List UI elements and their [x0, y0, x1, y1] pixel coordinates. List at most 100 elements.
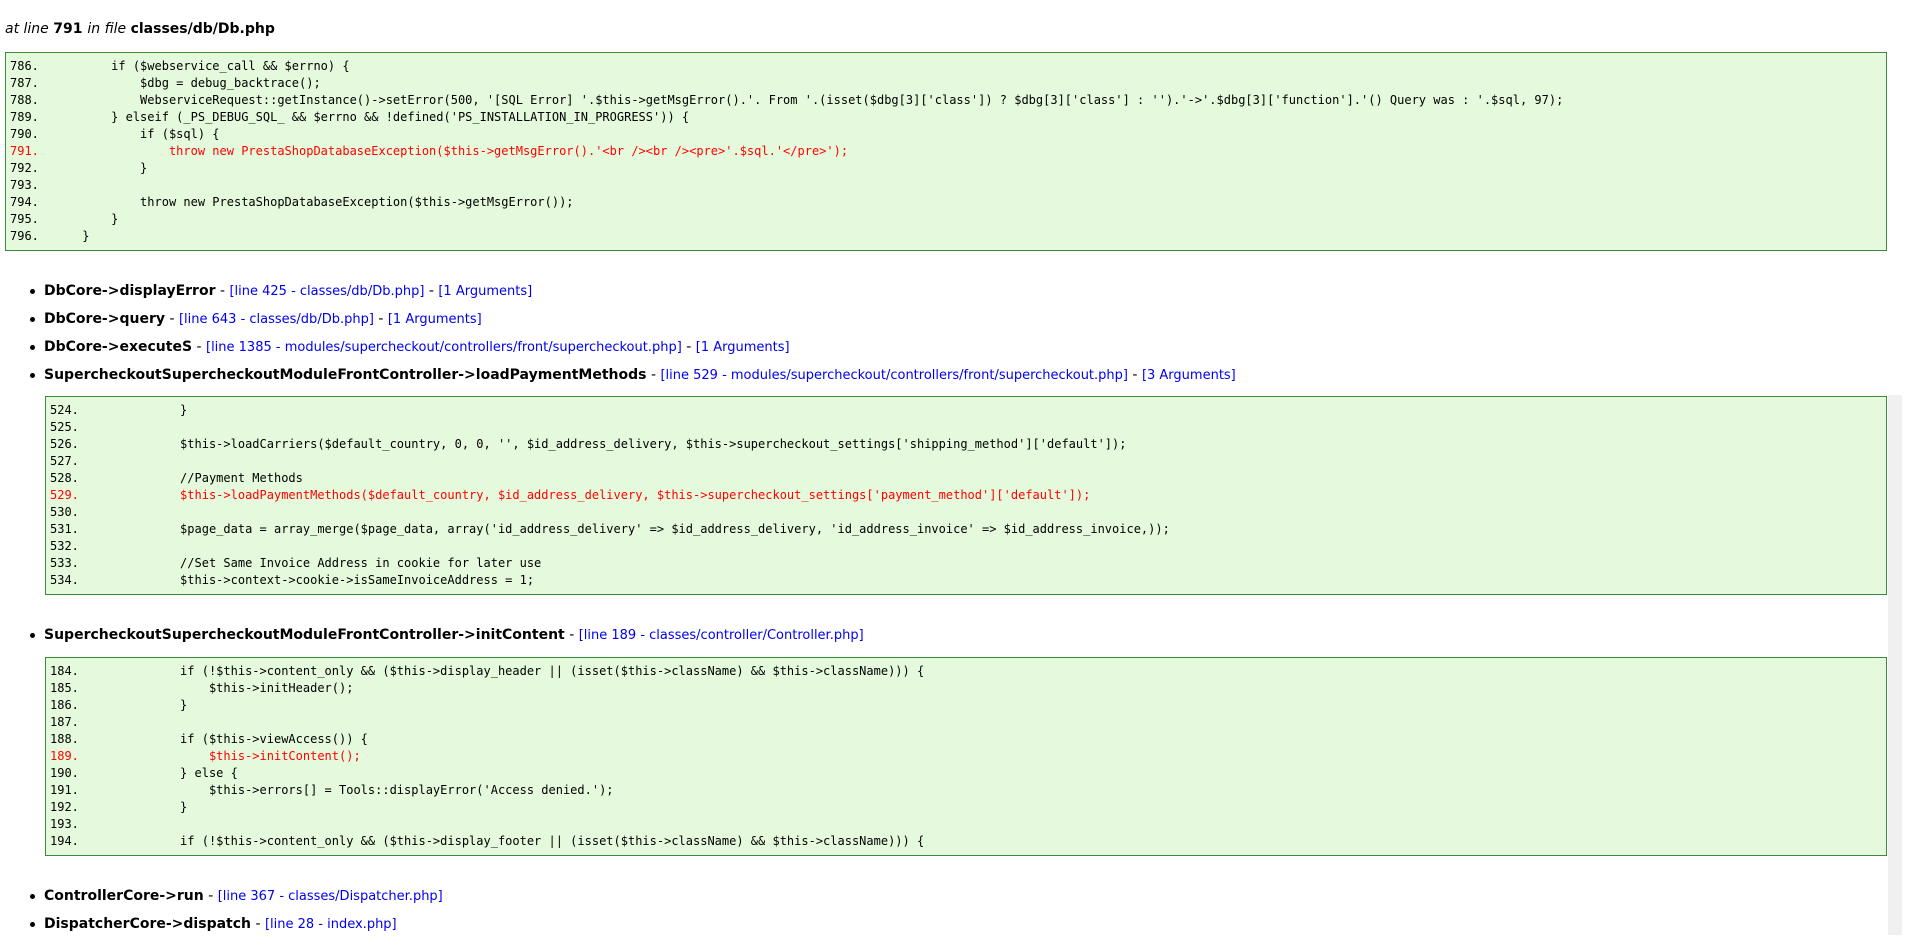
- vertical-scrollbar[interactable]: [1888, 395, 1902, 935]
- arguments-link[interactable]: [1 Arguments]: [438, 284, 532, 299]
- function-name: SupercheckoutSupercheckoutModuleFrontCon…: [44, 367, 647, 383]
- line-number: 528.: [50, 471, 94, 485]
- code-line: 530.: [46, 504, 1886, 521]
- code-line: 524. }: [46, 402, 1886, 419]
- line-number: 192.: [50, 800, 94, 814]
- line-number: 789.: [10, 110, 54, 124]
- code-text: if ($this->viewAccess()) {: [93, 732, 368, 746]
- line-number: 790.: [10, 127, 54, 141]
- code-text: $this->initHeader();: [93, 681, 354, 695]
- code-line: 184. if (!$this->content_only && ($this-…: [46, 663, 1886, 680]
- code-line: 792. }: [6, 160, 1886, 177]
- line-number: 792.: [10, 161, 54, 175]
- code-text: } else {: [93, 766, 238, 780]
- code-line: 793.: [6, 177, 1886, 194]
- code-text: if ($sql) {: [53, 127, 220, 141]
- code-text: $dbg = debug_backtrace();: [53, 76, 321, 90]
- code-text: if ($webservice_call && $errno) {: [53, 59, 350, 73]
- code-text: $this->context->cookie->isSameInvoiceAdd…: [93, 573, 535, 587]
- line-number: 529.: [50, 488, 94, 502]
- stack-trace-item: DispatcherCore->dispatch - [line 28 - in…: [30, 915, 443, 943]
- code-line: 188. if ($this->viewAccess()) {: [46, 731, 1886, 748]
- file-line-link[interactable]: [line 643 - classes/db/Db.php]: [179, 312, 374, 327]
- code-line: 191. $this->errors[] = Tools::displayErr…: [46, 782, 1886, 799]
- code-line: 528. //Payment Methods: [46, 470, 1886, 487]
- code-line: 794. throw new PrestaShopDatabaseExcepti…: [6, 194, 1886, 211]
- line-number: 194.: [50, 834, 94, 848]
- line-number: 530.: [50, 505, 94, 519]
- function-name: SupercheckoutSupercheckoutModuleFrontCon…: [44, 627, 565, 643]
- code-line: 795. }: [6, 211, 1886, 228]
- code-line: 186. }: [46, 697, 1886, 714]
- line-number: 186.: [50, 698, 94, 712]
- code-line: 532.: [46, 538, 1886, 555]
- code-line: 192. }: [46, 799, 1886, 816]
- code-text: }: [53, 229, 90, 243]
- arguments-link[interactable]: [1 Arguments]: [388, 312, 482, 327]
- code-text: }: [53, 161, 148, 175]
- code-text: }: [93, 800, 188, 814]
- file-line-link[interactable]: [line 367 - classes/Dispatcher.php]: [218, 889, 443, 904]
- code-text: if (!$this->content_only && ($this->disp…: [93, 834, 925, 848]
- code-text: throw new PrestaShopDatabaseException($t…: [53, 195, 574, 209]
- arguments-link[interactable]: [1 Arguments]: [696, 340, 790, 355]
- code-snippet-main: 786. if ($webservice_call && $errno) {78…: [5, 52, 1887, 251]
- file-line-link[interactable]: [line 28 - index.php]: [265, 917, 397, 932]
- stack-trace-item: DbCore->executeS - [line 1385 - modules/…: [30, 338, 1236, 366]
- code-snippet-loadpaymentmethods: 524. } 525. 526. $this->loadCarriers($def…: [45, 396, 1887, 595]
- code-snippet-initcontent: 184. if (!$this->content_only && ($this-…: [45, 657, 1887, 856]
- code-text: if (!$this->content_only && ($this->disp…: [93, 664, 925, 678]
- code-text: $this->initContent();: [93, 749, 361, 763]
- file-line-link[interactable]: [line 425 - classes/db/Db.php]: [229, 284, 424, 299]
- code-line: 525.: [46, 419, 1886, 436]
- code-text: throw new PrestaShopDatabaseException($t…: [53, 144, 849, 158]
- code-line: 789. } elseif (_PS_DEBUG_SQL_ && $errno …: [6, 109, 1886, 126]
- line-number: 795.: [10, 212, 54, 226]
- code-text: $this->errors[] = Tools::displayError('A…: [93, 783, 614, 797]
- file-line-link[interactable]: [line 529 - modules/supercheckout/contro…: [660, 368, 1128, 383]
- line-number: 534.: [50, 573, 94, 587]
- code-text: } elseif (_PS_DEBUG_SQL_ && $errno && !d…: [53, 110, 690, 124]
- code-text: //Payment Methods: [93, 471, 303, 485]
- function-name: DbCore->displayError: [44, 283, 216, 299]
- line-number: 524.: [50, 403, 94, 417]
- code-line-highlighted: 189. $this->initContent();: [46, 748, 1886, 765]
- line-number: 531.: [50, 522, 94, 536]
- line-number: 525.: [50, 420, 94, 434]
- line-number: 786.: [10, 59, 54, 73]
- line-number: 188.: [50, 732, 94, 746]
- code-line: 786. if ($webservice_call && $errno) {: [6, 58, 1886, 75]
- code-line-highlighted: 529. $this->loadPaymentMethods($default_…: [46, 487, 1886, 504]
- stack-trace-list-3: ControllerCore->run - [line 367 - classe…: [30, 887, 443, 943]
- code-line: 534. $this->context->cookie->isSameInvoi…: [46, 572, 1886, 589]
- code-text: $this->loadPaymentMethods($default_count…: [93, 488, 1091, 502]
- line-number: 794.: [10, 195, 54, 209]
- stack-trace-item: DbCore->displayError - [line 425 - class…: [30, 282, 1236, 310]
- line-number: 791: [53, 21, 88, 37]
- code-text: $page_data = array_merge($page_data, arr…: [93, 522, 1170, 536]
- code-line: 788. WebserviceRequest::getInstance()->s…: [6, 92, 1886, 109]
- code-text: $this->loadCarriers($default_country, 0,…: [93, 437, 1127, 451]
- code-line: 194. if (!$this->content_only && ($this-…: [46, 833, 1886, 850]
- function-name: DbCore->query: [44, 311, 165, 327]
- stack-trace-item: DbCore->query - [line 643 - classes/db/D…: [30, 310, 1236, 338]
- code-line: 787. $dbg = debug_backtrace();: [6, 75, 1886, 92]
- code-line: 526. $this->loadCarriers($default_countr…: [46, 436, 1886, 453]
- line-number: 184.: [50, 664, 94, 678]
- code-line: 796. }: [6, 228, 1886, 245]
- stack-trace-item: SupercheckoutSupercheckoutModuleFrontCon…: [30, 626, 864, 654]
- code-line: 185. $this->initHeader();: [46, 680, 1886, 697]
- code-line: 790. if ($sql) {: [6, 126, 1886, 143]
- in-file-label: in file: [87, 21, 127, 37]
- line-number: 793.: [10, 178, 54, 192]
- code-line: 187.: [46, 714, 1886, 731]
- code-line: 531. $page_data = array_merge($page_data…: [46, 521, 1886, 538]
- line-number: 791.: [10, 144, 54, 158]
- arguments-link[interactable]: [3 Arguments]: [1142, 368, 1236, 383]
- file-line-link[interactable]: [line 189 - classes/controller/Controlle…: [579, 628, 864, 643]
- file-line-link[interactable]: [line 1385 - modules/supercheckout/contr…: [206, 340, 682, 355]
- code-text: WebserviceRequest::getInstance()->setErr…: [53, 93, 1564, 107]
- code-text: }: [53, 212, 119, 226]
- code-line: 527.: [46, 453, 1886, 470]
- line-number: 185.: [50, 681, 94, 695]
